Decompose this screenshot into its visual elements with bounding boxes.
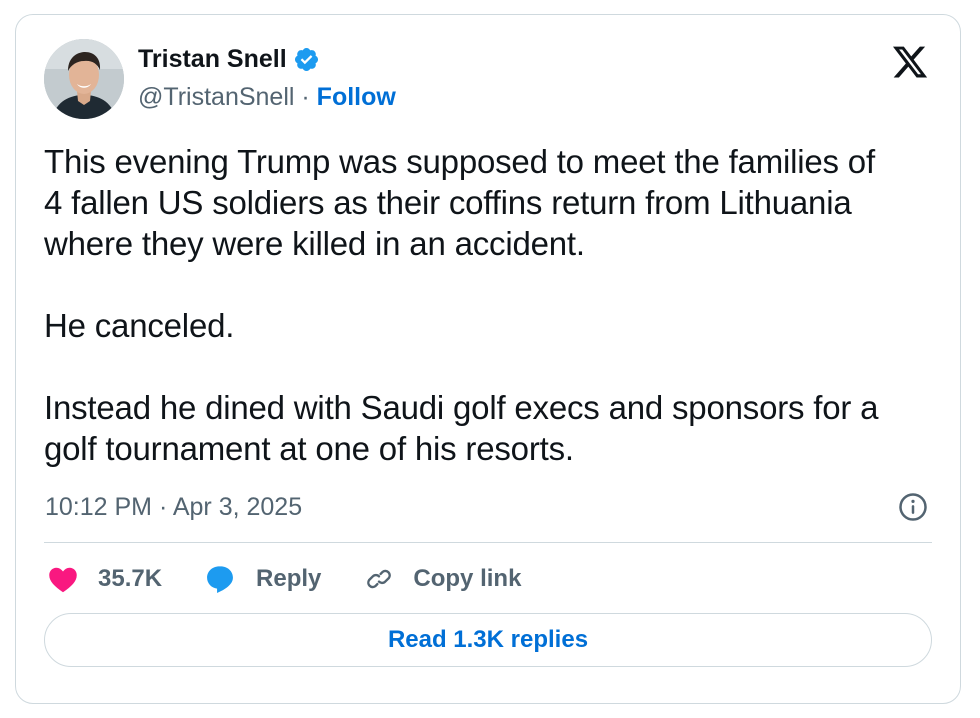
reply-label: Reply [256, 565, 322, 592]
handle-separator: · [294, 83, 317, 111]
tweet-line: where they were killed in an accident. [44, 225, 585, 262]
tweet-line: He canceled. [44, 307, 235, 344]
avatar[interactable] [44, 39, 124, 119]
reply-button[interactable]: Reply [204, 563, 321, 595]
action-bar: 35.7K Reply Copy link [48, 561, 521, 597]
divider [44, 542, 932, 543]
avatar-image [44, 39, 124, 119]
follow-button[interactable]: Follow [317, 83, 396, 111]
read-replies-button[interactable]: Read 1.3K replies [44, 613, 932, 667]
x-logo-icon[interactable] [890, 43, 930, 81]
author-name-row: Tristan Snell [138, 45, 320, 74]
author-name[interactable]: Tristan Snell [138, 45, 287, 74]
like-count: 35.7K [98, 565, 163, 592]
heart-icon [49, 567, 77, 593]
link-icon [367, 569, 392, 589]
like-button[interactable]: 35.7K [48, 565, 162, 593]
tweet-line: This evening Trump was supposed to meet … [44, 143, 875, 180]
tweet-timestamp[interactable]: 10:12 PM · Apr 3, 2025 [45, 493, 302, 522]
author-handle[interactable]: @TristanSnell [138, 83, 294, 111]
speech-bubble-icon [207, 566, 233, 593]
info-icon[interactable] [898, 492, 928, 522]
copy-link-label: Copy link [413, 565, 522, 592]
verified-badge-icon [294, 47, 318, 72]
tweet-line: 4 fallen US soldiers as their coffins re… [44, 184, 852, 221]
read-replies-label: Read 1.3K replies [387, 626, 589, 653]
handle-row: @TristanSnell · Follow [138, 83, 396, 112]
tweet-line: golf tournament at one of his resorts. [44, 430, 574, 467]
tweet-line: Instead he dined with Saudi golf execs a… [44, 389, 879, 426]
copy-link-button[interactable]: Copy link [363, 563, 521, 595]
tweet-card: Tristan Snell @TristanSnell · Follow Thi… [15, 14, 961, 704]
tweet-text: This evening Trump was supposed to meet … [44, 141, 934, 469]
